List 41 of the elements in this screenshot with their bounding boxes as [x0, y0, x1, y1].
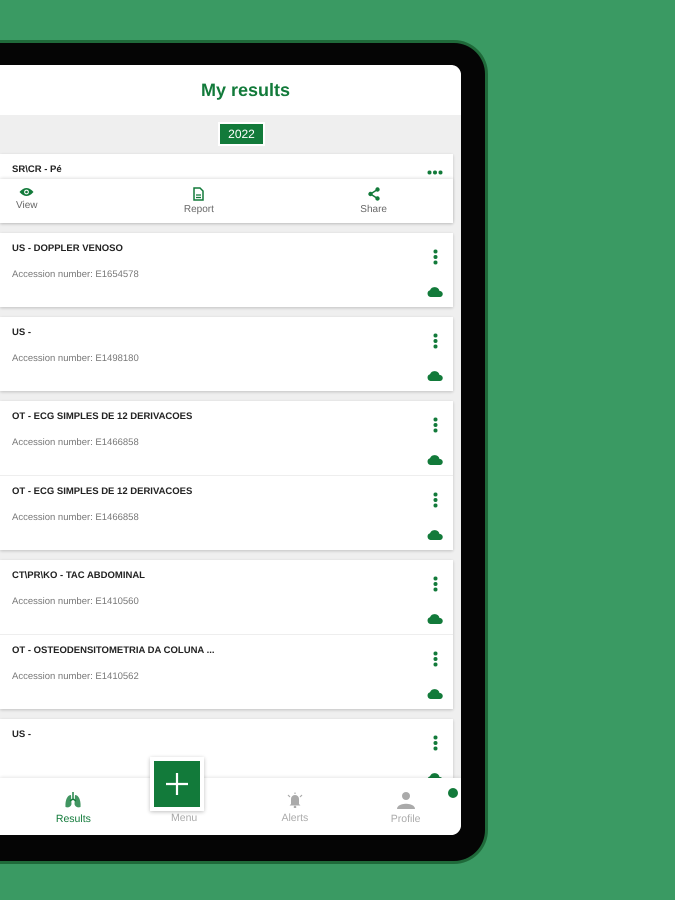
accession-number: Accession number: E1466858: [12, 437, 140, 448]
exam-title[interactable]: US -: [12, 729, 31, 740]
page-title: My results: [200, 80, 290, 100]
lungs-icon: [64, 791, 82, 809]
exam-title[interactable]: CT\PR\KO - TAC ABDOMINAL: [12, 570, 145, 581]
person-icon: [396, 791, 416, 809]
cloud-icon: [427, 689, 443, 699]
more-vertical-icon[interactable]: [432, 333, 438, 349]
action-button[interactable]: Share: [354, 185, 393, 217]
cloud-icon: [427, 530, 443, 540]
exam-title[interactable]: US -: [12, 327, 139, 338]
exam-title[interactable]: OT - ECG SIMPLES DE 12 DERIVACOES: [12, 486, 192, 497]
more-vertical-icon[interactable]: [432, 735, 438, 751]
accession-number: Accession number: E1654578: [12, 269, 139, 280]
cloud-icon: [427, 614, 443, 624]
more-vertical-icon[interactable]: [432, 651, 438, 667]
action-button[interactable]: View: [10, 185, 44, 217]
cloud-icon: [427, 287, 443, 297]
more-vertical-icon[interactable]: [432, 576, 438, 592]
accession-number: Accession number: E1466858: [12, 512, 140, 523]
cloud-icon: [427, 455, 443, 465]
exam-title[interactable]: US - DOPPLER VENOSO: [12, 243, 139, 254]
more-vertical-icon[interactable]: [432, 417, 438, 433]
exam-title[interactable]: OT - ECG SIMPLES DE 12 DERIVACOES: [12, 411, 192, 422]
accession-number: Accession number: E1410562: [12, 671, 140, 682]
more-vertical-icon[interactable]: [432, 249, 438, 265]
more-vertical-icon[interactable]: [432, 492, 438, 508]
cloud-icon: [427, 371, 443, 381]
action-button[interactable]: Report: [178, 185, 220, 217]
eye-icon: [19, 187, 34, 197]
exam-title[interactable]: OT - OSTEODENSITOMETRIA DA COLUNA ...: [12, 645, 214, 656]
bell-icon: [286, 792, 304, 808]
more-horizontal-icon[interactable]: [427, 170, 443, 175]
exam-title[interactable]: SR\CR - Pé: [12, 164, 62, 175]
plus-icon: [165, 772, 189, 796]
accession-number: Accession number: E1498180: [12, 353, 139, 364]
document-icon: [193, 187, 204, 201]
accession-number: Accession number: E1410560: [12, 596, 140, 607]
nav-tab[interactable]: Results: [50, 787, 97, 826]
year-chip: 2022: [218, 122, 265, 146]
share-icon: [368, 187, 380, 201]
